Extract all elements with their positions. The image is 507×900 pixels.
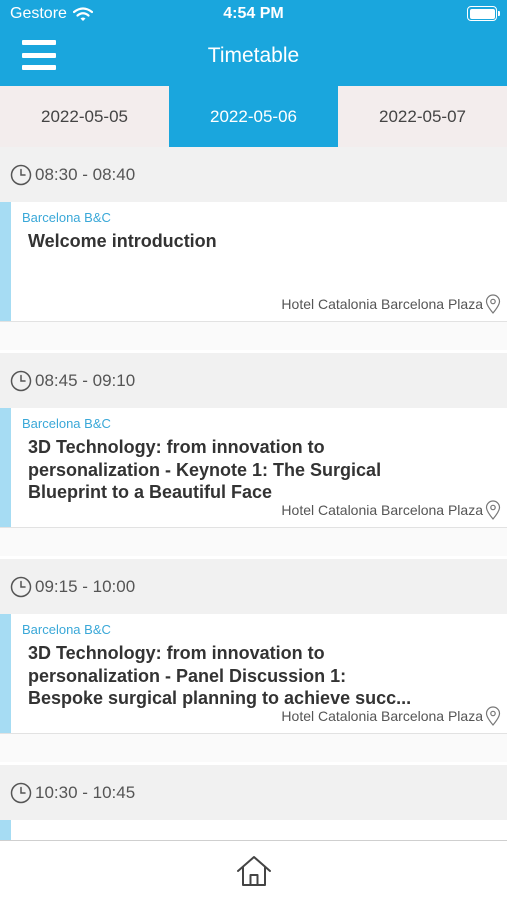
session-organizer: Barcelona B&C	[22, 210, 111, 225]
status-bar: Gestore 4:54 PM	[0, 0, 507, 28]
location-text: Hotel Catalonia Barcelona Plaza	[281, 708, 483, 724]
session-location: Hotel Catalonia Barcelona Plaza	[281, 294, 501, 314]
card-accent-bar	[0, 408, 11, 527]
session-title: 3D Technology: from innovation to person…	[28, 437, 382, 502]
location-pin-icon	[485, 500, 501, 520]
session-gap	[0, 322, 507, 350]
bottom-nav	[0, 840, 507, 900]
session-time: 08:30 - 08:40	[35, 164, 136, 184]
session-time: 10:30 - 10:45	[35, 782, 136, 802]
session-organizer: Barcelona B&C	[22, 416, 111, 431]
location-text: Hotel Catalonia Barcelona Plaza	[281, 296, 483, 312]
tab-date-1[interactable]: 2022-05-05	[0, 86, 169, 147]
location-text: Hotel Catalonia Barcelona Plaza	[281, 502, 483, 518]
session-organizer: Barcelona B&C	[22, 622, 111, 637]
app-header: Gestore 4:54 PM Timetable	[0, 0, 507, 86]
session-time-header: 08:45 - 09:10	[0, 353, 507, 408]
location-pin-icon	[485, 294, 501, 314]
session-gap	[0, 528, 507, 556]
session-time: 09:15 - 10:00	[35, 576, 136, 596]
session-card[interactable]: Barcelona B&C 3D Technology: from innova…	[0, 408, 507, 528]
session-slot: 08:45 - 09:10 Barcelona B&C 3D Technolog…	[0, 353, 507, 556]
card-accent-bar	[0, 202, 11, 321]
clock-icon	[10, 370, 32, 391]
home-icon[interactable]	[234, 851, 274, 891]
session-time-header: 09:15 - 10:00	[0, 559, 507, 614]
session-slot: 09:15 - 10:00 Barcelona B&C 3D Technolog…	[0, 559, 507, 762]
session-title: 3D Technology: from innovation to person…	[28, 643, 412, 708]
card-accent-bar	[0, 614, 11, 733]
clock-icon	[10, 782, 32, 803]
session-card[interactable]: Barcelona B&C Welcome introduction Hotel…	[0, 202, 507, 322]
session-card[interactable]	[0, 820, 507, 840]
battery-icon	[467, 6, 500, 21]
tab-date-3[interactable]: 2022-05-07	[338, 86, 507, 147]
session-title: Welcome introduction	[28, 231, 217, 251]
page-title: Timetable	[207, 44, 300, 67]
session-list[interactable]: 08:30 - 08:40 Barcelona B&C Welcome intr…	[0, 147, 507, 840]
clock-icon	[10, 164, 32, 185]
clock-icon	[10, 576, 32, 597]
session-card[interactable]: Barcelona B&C 3D Technology: from innova…	[0, 614, 507, 734]
session-gap	[0, 734, 507, 762]
session-location: Hotel Catalonia Barcelona Plaza	[281, 500, 501, 520]
session-time-header: 08:30 - 08:40	[0, 147, 507, 202]
session-time: 08:45 - 09:10	[35, 370, 136, 390]
session-slot: 08:30 - 08:40 Barcelona B&C Welcome intr…	[0, 147, 507, 350]
date-tabs: 2022-05-05 2022-05-06 2022-05-07	[0, 86, 507, 147]
session-location: Hotel Catalonia Barcelona Plaza	[281, 706, 501, 726]
tab-date-2[interactable]: 2022-05-06	[169, 86, 338, 147]
session-slot: 10:30 - 10:45	[0, 765, 507, 840]
location-pin-icon	[485, 706, 501, 726]
card-accent-bar	[0, 820, 11, 840]
status-time: 4:54 PM	[223, 5, 284, 22]
session-time-header: 10:30 - 10:45	[0, 765, 507, 820]
